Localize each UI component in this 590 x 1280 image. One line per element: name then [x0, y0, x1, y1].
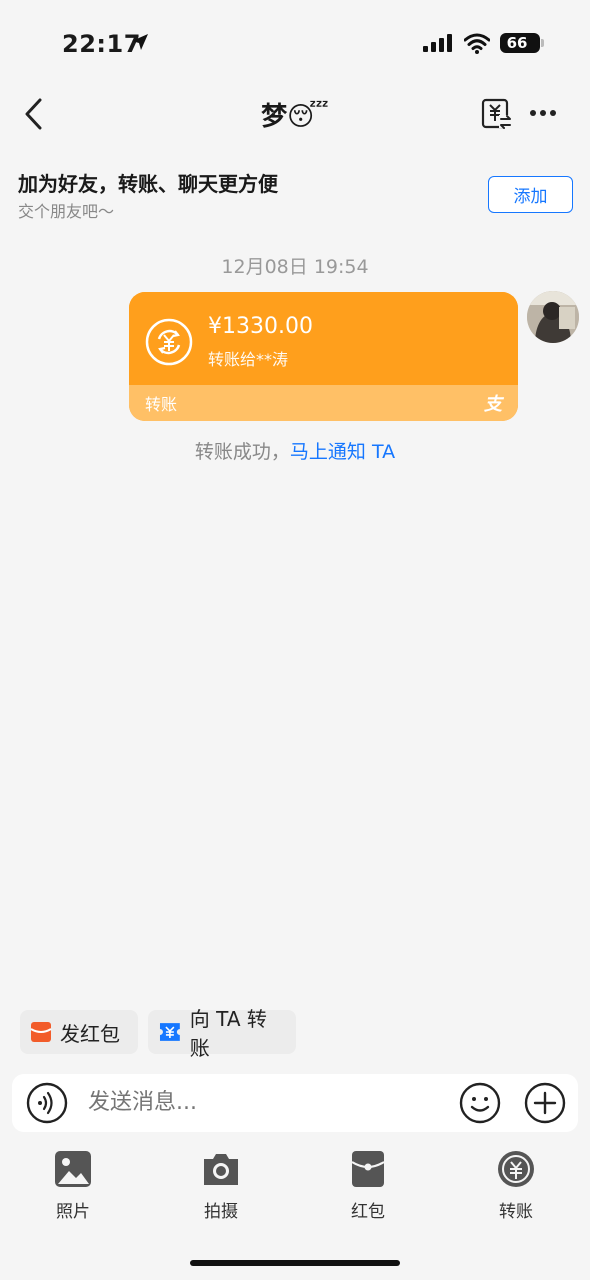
- transfer-success-note: 转账成功，马上通知 TA: [0, 437, 590, 464]
- panel-label: 照片: [56, 1202, 90, 1222]
- avatar[interactable]: [527, 291, 579, 343]
- plus-icon[interactable]: [524, 1082, 566, 1124]
- transfer-yuan-icon: [498, 1151, 534, 1187]
- camera-icon: [204, 1154, 238, 1185]
- red-packet-icon: [30, 1022, 52, 1042]
- panel-label: 红包: [351, 1202, 385, 1222]
- message-timestamp: 12月08日 19:54: [221, 256, 369, 278]
- transfer-ticket-icon: [159, 1023, 180, 1041]
- cellular-signal-icon: [423, 34, 452, 52]
- location-arrow-icon: [132, 34, 148, 50]
- transfer-recipient: 转账给**涛: [208, 350, 289, 369]
- emoji-icon[interactable]: [459, 1082, 501, 1124]
- quick-action-label: 向 TA 转账: [189, 1007, 267, 1060]
- alipay-logo-icon: 支: [484, 394, 502, 415]
- add-friend-banner-title: 加为好友，转账、聊天更方便: [18, 172, 278, 196]
- battery-indicator: 66: [500, 33, 544, 53]
- add-friend-button[interactable]: 添加: [488, 176, 573, 213]
- wifi-icon: [464, 33, 490, 54]
- voice-icon[interactable]: [26, 1082, 68, 1124]
- send-red-packet-chip[interactable]: 发红包: [20, 1010, 138, 1054]
- more-options-icon[interactable]: [530, 100, 556, 126]
- photo-icon: [55, 1151, 91, 1187]
- transfer-type-label: 转账: [145, 395, 178, 414]
- transfer-yuan-icon: [145, 318, 193, 366]
- transfer-success-text: 转账成功，: [194, 441, 290, 463]
- quick-action-label: 发红包: [60, 1021, 120, 1046]
- panel-photos[interactable]: 照片: [23, 1150, 123, 1222]
- transfer-card[interactable]: ¥1330.00 转账给**涛 转账 支: [129, 292, 518, 421]
- notify-link[interactable]: 马上通知 TA: [290, 441, 395, 463]
- currency-exchange-icon[interactable]: [481, 98, 513, 130]
- panel-label: 拍摄: [204, 1202, 238, 1222]
- home-indicator[interactable]: [190, 1260, 400, 1266]
- panel-red-packet[interactable]: 红包: [318, 1150, 418, 1222]
- add-friend-banner-subtitle: 交个朋友吧～: [18, 202, 115, 221]
- panel-camera[interactable]: 拍摄: [171, 1150, 271, 1222]
- transfer-amount: ¥1330.00: [208, 314, 313, 339]
- panel-label: 转账: [499, 1202, 533, 1222]
- panel-transfer[interactable]: 转账: [466, 1150, 566, 1222]
- message-input[interactable]: [88, 1090, 438, 1115]
- transfer-to-ta-chip[interactable]: 向 TA 转账: [148, 1007, 296, 1060]
- red-packet-icon: [351, 1151, 385, 1187]
